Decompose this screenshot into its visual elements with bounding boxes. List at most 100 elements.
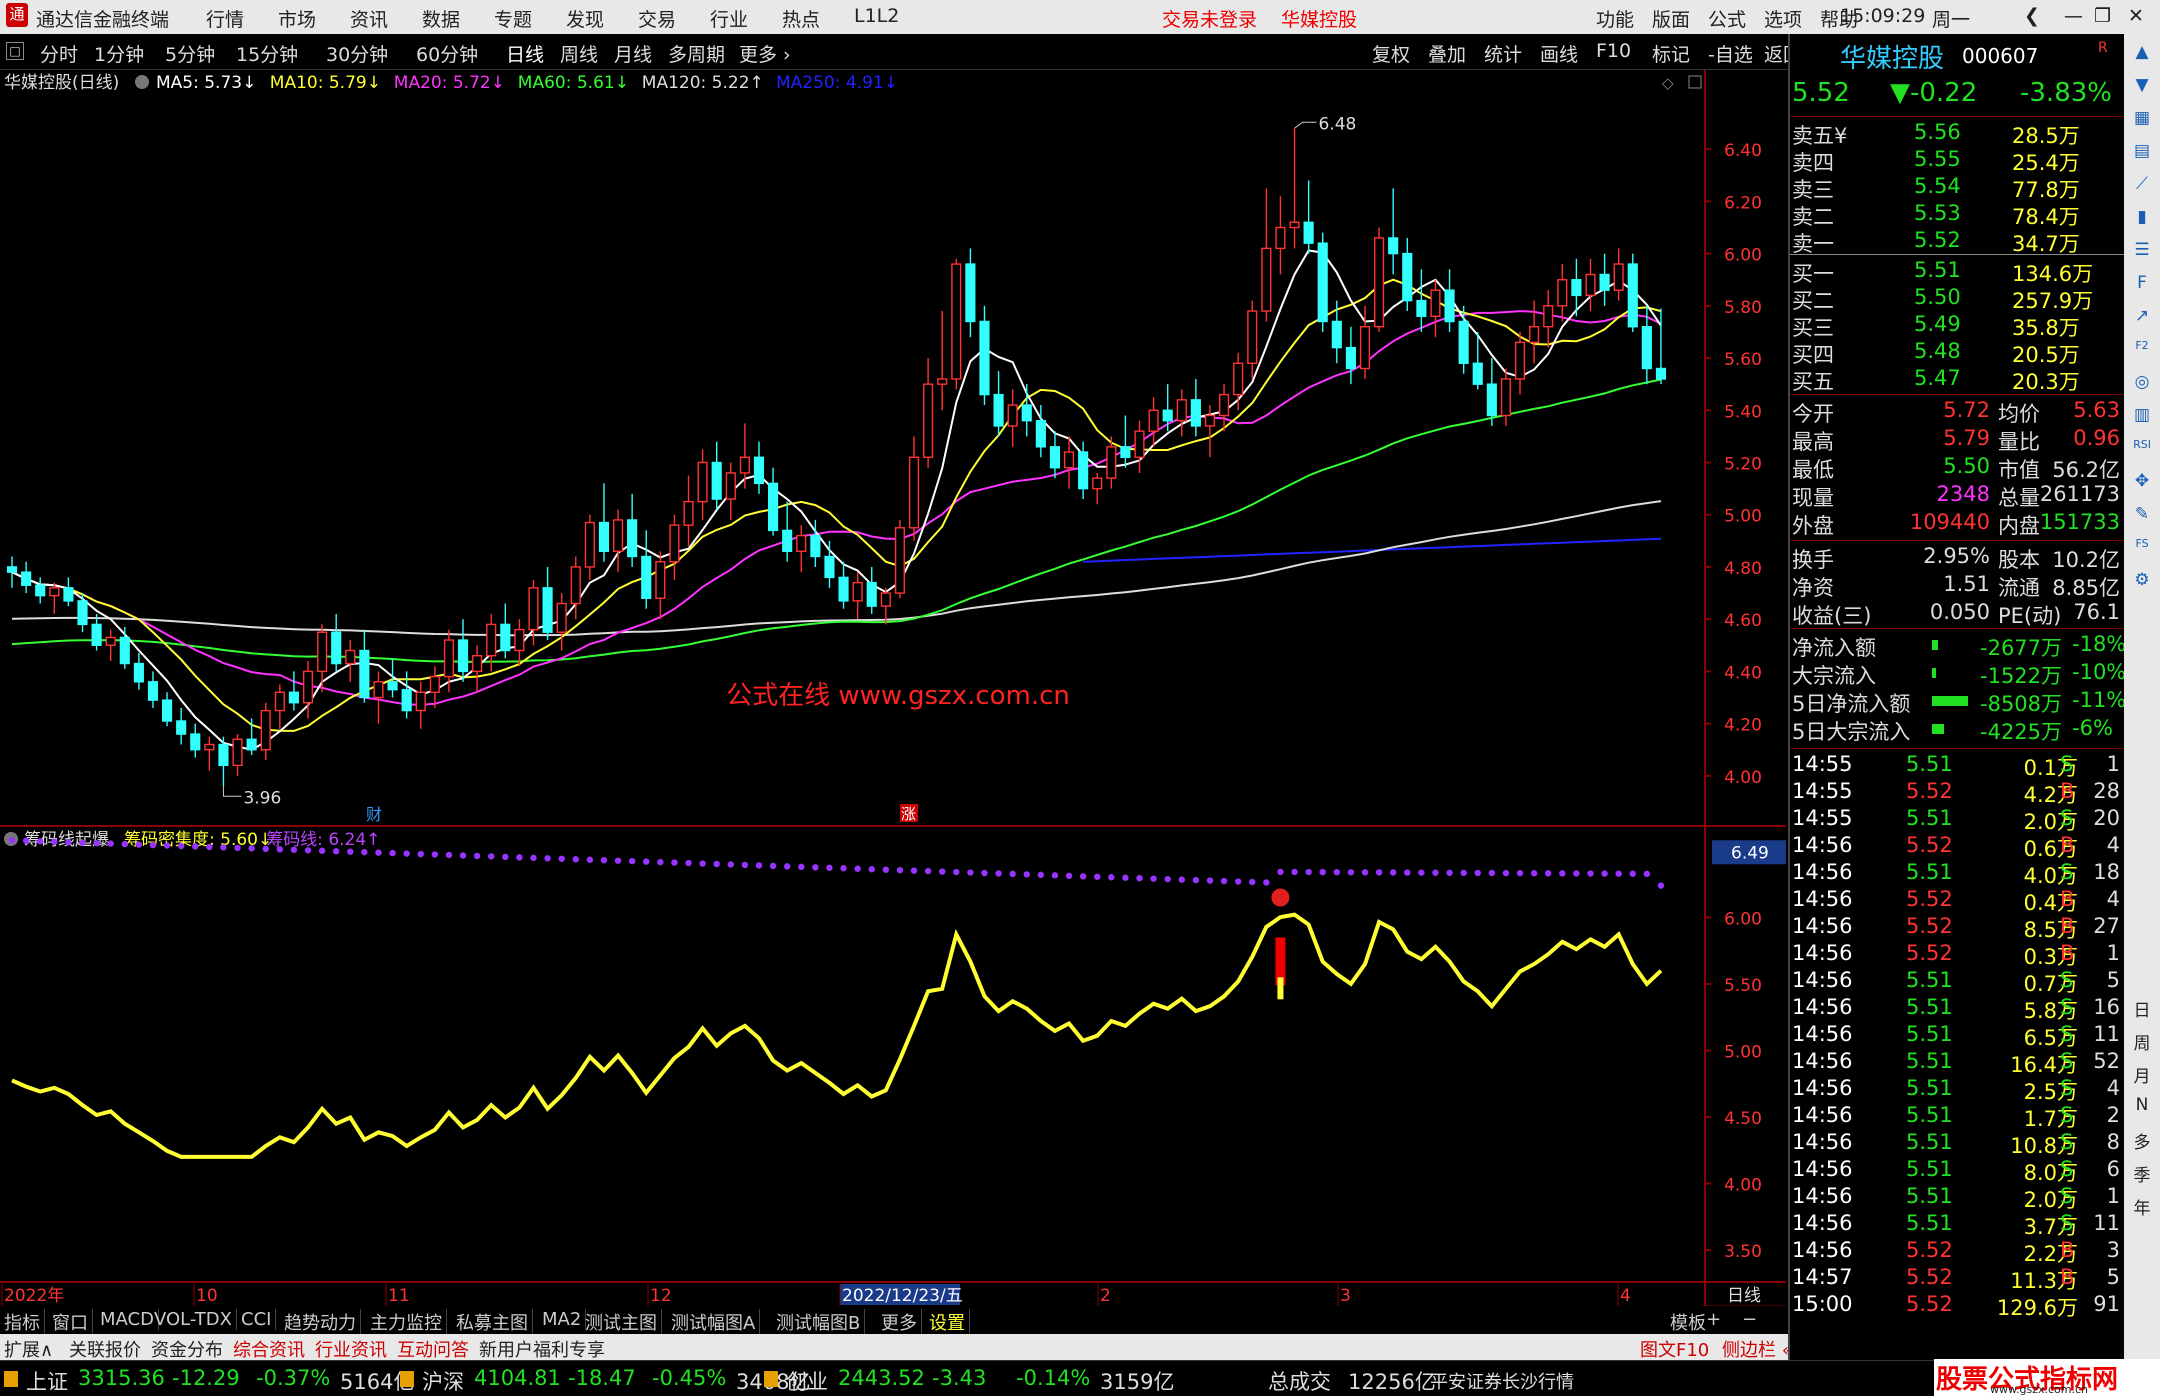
period-tab-9[interactable]: 月线 <box>614 40 652 67</box>
candle-body[interactable] <box>133 662 144 683</box>
candle-body[interactable] <box>796 534 807 552</box>
candle-body[interactable] <box>908 456 920 529</box>
side-tab-2[interactable]: 侧边栏 « <box>1722 1336 1793 1362</box>
template-btn-3[interactable]: − <box>1742 1309 1757 1330</box>
candle-body[interactable] <box>1204 414 1216 427</box>
candle-body[interactable] <box>612 519 624 552</box>
right-menu-5[interactable]: 帮助 <box>1820 5 1858 32</box>
candle-body[interactable] <box>317 631 328 673</box>
candle-body[interactable] <box>1218 393 1230 417</box>
candle-body[interactable] <box>246 738 257 751</box>
finance-mark[interactable]: 财 <box>366 805 382 824</box>
candle-body[interactable] <box>1486 383 1497 417</box>
toolbar-btn-5[interactable]: F10 <box>1596 40 1631 62</box>
status-link-2[interactable]: 关联报价 <box>69 1336 141 1362</box>
candle-body[interactable] <box>1176 399 1187 422</box>
candle-body[interactable] <box>162 699 173 722</box>
candle-body[interactable] <box>1063 451 1075 469</box>
candle-body[interactable] <box>810 534 821 558</box>
candle-body[interactable] <box>979 320 990 396</box>
index-name-3[interactable]: 创业 <box>786 1366 828 1396</box>
candle-body[interactable] <box>387 681 398 691</box>
candle-body[interactable] <box>697 461 708 503</box>
candle-body[interactable] <box>472 655 483 673</box>
toolbar-btn-4[interactable]: 画线 <box>1540 40 1578 67</box>
candle-body[interactable] <box>119 636 130 665</box>
candle-body[interactable] <box>655 561 666 599</box>
gear-icon[interactable]: ⚙ <box>2130 570 2154 594</box>
candle-body[interactable] <box>21 571 32 586</box>
indicator-tab-5[interactable]: CCI <box>241 1309 277 1330</box>
status-link-4[interactable]: 综合资讯 <box>233 1336 305 1362</box>
bar-icon[interactable]: ▥ <box>2130 405 2154 429</box>
candle-body[interactable] <box>232 738 243 767</box>
period-tab-10[interactable]: 多周期 <box>668 40 725 67</box>
minimize-icon[interactable]: — <box>2064 5 2083 27</box>
candle-body[interactable] <box>1317 242 1328 323</box>
menu-3[interactable]: 资讯 <box>350 5 388 32</box>
candle-body[interactable] <box>1585 273 1596 297</box>
side-period-1[interactable]: 日 <box>2130 996 2154 1021</box>
f10-icon[interactable]: F <box>2130 273 2154 297</box>
rsi-icon[interactable]: RSI <box>2130 438 2154 462</box>
candle-body[interactable] <box>1402 252 1413 302</box>
candle-body[interactable] <box>1345 346 1356 370</box>
candle-body[interactable] <box>768 482 779 532</box>
candle-body[interactable] <box>1655 367 1667 380</box>
back-icon[interactable]: ❮ <box>2024 5 2040 27</box>
candle-body[interactable] <box>176 720 187 735</box>
candle-body[interactable] <box>1543 305 1554 328</box>
candle-icon[interactable]: ▮ <box>2130 207 2154 231</box>
candle-body[interactable] <box>1289 221 1300 229</box>
menu-6[interactable]: 发现 <box>566 5 604 32</box>
menu-2[interactable]: 市场 <box>278 5 316 32</box>
indicator-tab-8[interactable]: 私募主图 <box>456 1309 533 1335</box>
candle-body[interactable] <box>1331 320 1342 349</box>
chart-icon[interactable]: ▦ <box>2130 108 2154 132</box>
candle-body[interactable] <box>1120 446 1131 458</box>
indicator-tab-11[interactable]: 测试幅图A <box>671 1309 761 1335</box>
candle-body[interactable] <box>1514 341 1526 380</box>
period-tab-2[interactable]: 1分钟 <box>94 40 144 67</box>
candle-body[interactable] <box>1092 477 1103 490</box>
period-tab-5[interactable]: 30分钟 <box>326 40 388 67</box>
toggle-icon[interactable]: □ <box>6 42 24 60</box>
period-tab-11[interactable]: 更多 › <box>739 40 791 67</box>
candle-body[interactable] <box>514 628 525 652</box>
candle-body[interactable] <box>1500 378 1511 417</box>
candle-body[interactable] <box>937 378 948 385</box>
candle-body[interactable] <box>359 649 370 699</box>
candle-body[interactable] <box>49 587 60 597</box>
kline-chart[interactable]: 6.40 6.20 6.00 5.80 5.60 5.40 5.20 5.00 4.80 4.60… <box>0 70 1786 1314</box>
candle-body[interactable] <box>683 500 694 526</box>
menu-5[interactable]: 专题 <box>494 5 532 32</box>
candle-body[interactable] <box>1416 299 1427 317</box>
status-link-3[interactable]: 资金分布 <box>151 1336 223 1362</box>
candle-body[interactable] <box>1641 326 1652 370</box>
candle-body[interactable] <box>1021 404 1032 422</box>
candle-body[interactable] <box>1007 404 1018 427</box>
toolbar-btn-6[interactable]: 标记 <box>1652 40 1690 67</box>
indicator-tab-12[interactable]: 测试幅图B <box>776 1309 866 1335</box>
candle-body[interactable] <box>1049 446 1061 469</box>
candle-body[interactable] <box>500 623 511 652</box>
side-tab-1[interactable]: 图文F10 <box>1640 1336 1709 1362</box>
candle-body[interactable] <box>204 743 215 751</box>
candle-body[interactable] <box>824 555 835 579</box>
candle-body[interactable] <box>63 587 74 602</box>
candle-body[interactable] <box>1374 237 1385 328</box>
candle-body[interactable] <box>965 263 976 323</box>
candle-body[interactable] <box>669 524 680 563</box>
right-menu-3[interactable]: 公式 <box>1708 5 1746 32</box>
candle-body[interactable] <box>302 670 314 704</box>
index-name-1[interactable]: 上证 <box>26 1366 68 1396</box>
candle-body[interactable] <box>753 456 765 485</box>
candle-body[interactable] <box>1458 320 1469 364</box>
candle-body[interactable] <box>457 639 469 673</box>
candle-body[interactable] <box>147 681 159 701</box>
toolbar-btn-2[interactable]: 叠加 <box>1428 40 1466 67</box>
indicator-tab-4[interactable]: VOL-TDX <box>154 1309 237 1330</box>
grid-icon[interactable]: ▤ <box>2130 141 2154 165</box>
candle-body[interactable] <box>218 743 229 767</box>
restore-icon[interactable]: ❐ <box>2094 5 2111 27</box>
